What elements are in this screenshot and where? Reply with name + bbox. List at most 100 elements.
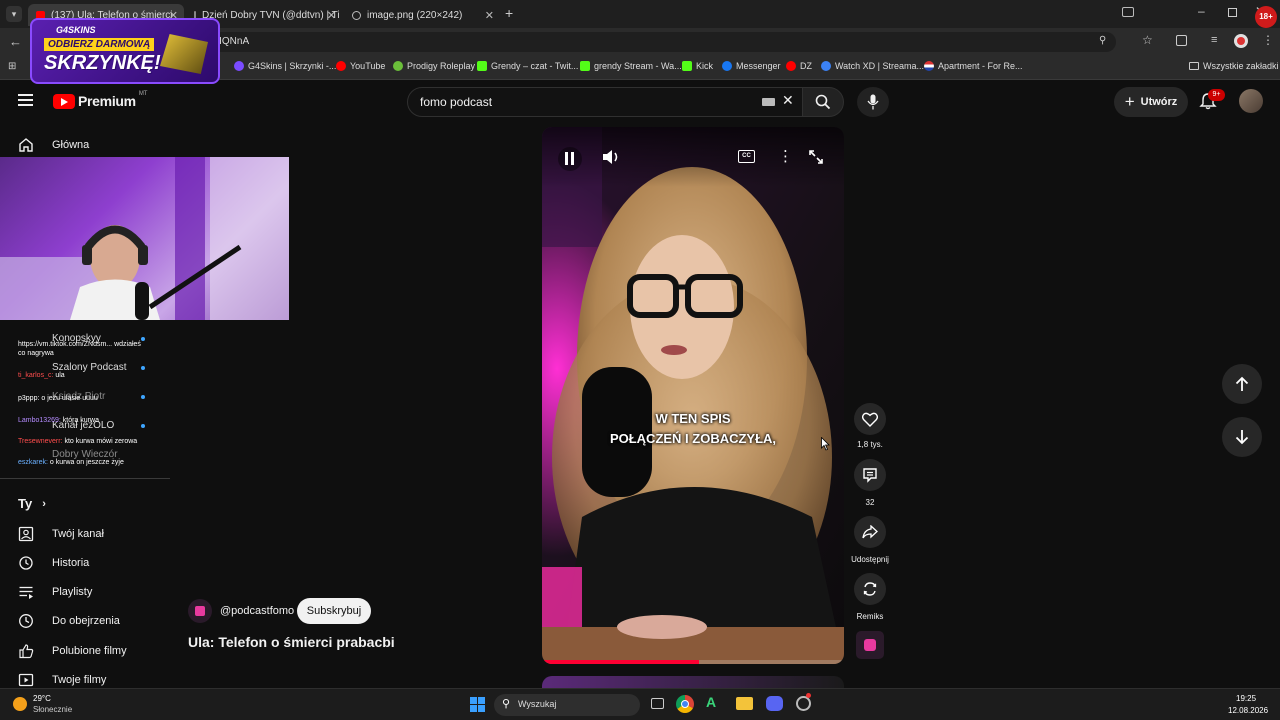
sidebar-item-label: Historia [52,557,90,569]
discord-icon[interactable] [766,696,783,711]
bookmark-prodigy[interactable]: Prodigy Roleplay [393,61,475,71]
clear-search-icon[interactable]: ✕ [782,92,794,109]
media-controls-icon[interactable]: ≡ [1211,34,1217,46]
clock-time[interactable]: 19:25 [1236,694,1256,703]
sidebar-item-watch-later[interactable]: Do obejrzenia [18,613,120,629]
subscribe-button[interactable]: Subskrybuj [297,598,371,624]
youtube-logo-icon [53,93,75,109]
sidebar-item-liked[interactable]: Polubione filmy [18,643,127,659]
bookmark-youtube[interactable]: YouTube [336,61,385,71]
all-bookmarks-folder[interactable]: Wszystkie zakładki [1189,61,1279,71]
video-caption-line1: W TEN SPIS [655,411,731,426]
cast-icon[interactable] [1122,7,1134,17]
steam-icon[interactable] [796,693,811,711]
comment-count: 32 [865,498,875,507]
bookmark-watchxd[interactable]: Watch XD | Streama... [821,61,924,71]
bookmark-grendy-czat[interactable]: Grendy – czat - Twit... [477,61,578,71]
more-options-icon[interactable]: ⋮ [778,147,793,165]
sidebar-item-playlists[interactable]: Playlisty [18,584,92,600]
chrome-icon[interactable] [676,695,694,713]
share-button[interactable] [854,516,886,548]
sidebar-item-channel[interactable]: Twój kanał [18,526,104,542]
search-button[interactable] [802,87,844,117]
plus-icon: + [1124,92,1135,111]
clock-date[interactable]: 12.08.2026 [1228,706,1268,715]
search-input[interactable]: fomo podcast ✕ [407,87,803,117]
sidebar-item-your-videos[interactable]: Twoje filmy [18,672,106,688]
new-tab-button[interactable]: + [505,5,513,21]
like-icon [19,644,34,659]
promo-line1: ODBIERZ DARMOWĄ [44,38,155,51]
bookmark-star-icon[interactable]: ☆ [1142,33,1153,47]
live-dot [141,366,145,370]
close-tab-icon[interactable]: ✕ [485,9,494,22]
fullscreen-icon [809,150,823,164]
captions-button[interactable]: CC [738,150,755,163]
app-a-icon[interactable]: A [706,694,716,710]
keyboard-icon[interactable] [762,98,775,106]
taskbar-search-placeholder: Wyszukaj [518,699,557,709]
taskbar-search[interactable]: ⚲ Wyszukaj [494,694,640,716]
close-tab-icon[interactable]: ✕ [327,9,336,22]
task-view-icon[interactable] [651,698,664,709]
previous-short-button[interactable] [1222,364,1262,404]
short-title[interactable]: Ula: Telefon o śmierci prabacbi [188,634,395,650]
bookmark-grendy-stream[interactable]: grendy Stream - Wa... [580,61,682,71]
bookmark-messenger[interactable]: Messenger [722,61,781,71]
bookmark-apartment[interactable]: Apartment - For Re... [924,61,1023,71]
tab-image[interactable]: image.png (220×242) ✕ [344,4,500,26]
pause-button[interactable] [558,147,582,171]
g4skins-promo-banner[interactable]: G4SKINS ODBIERZ DARMOWĄ SKRZYNKĘ! [30,18,220,84]
streamer-webcam-overlay [0,157,289,320]
audio-source-thumbnail[interactable] [856,631,884,659]
next-short-button[interactable] [1222,417,1262,457]
next-short-preview[interactable] [542,676,844,688]
sidebar-item-history[interactable]: Historia [18,555,89,571]
back-arrow-icon[interactable]: ← [9,34,22,49]
remix-button[interactable] [854,573,886,605]
youtube-icon [786,61,796,71]
comments-button[interactable] [854,459,886,491]
fullscreen-button[interactable] [809,150,823,169]
tab-title: image.png (220×242) [367,9,463,21]
short-video-player[interactable]: CC ⋮ W TEN SPIS POŁĄCZEŃ I ZOBACZYŁA, [542,127,844,664]
bookmark-dz[interactable]: DZ [786,61,812,71]
logo-text: Premium [78,93,136,109]
player-top-gradient [542,127,844,187]
chat-message: p3ppp: o jezu ulasie uuuu [18,395,98,402]
channel-avatar[interactable] [188,599,212,623]
chat-message: eszkarek: o kurwa on jeszcze żyje [18,459,124,466]
g4skins-icon [234,61,244,71]
progress-track[interactable] [542,660,844,664]
tab-search-button[interactable]: ▾ [6,6,22,22]
apps-grid-icon[interactable]: ⊞ [8,61,16,72]
minimize-button[interactable]: – [1198,4,1205,18]
account-avatar[interactable] [1239,89,1263,113]
notifications-button[interactable]: 9+ [1199,89,1225,115]
bookmark-g4skins[interactable]: G4Skins | Skrzynki -... [234,61,336,71]
channel-handle[interactable]: @podcastfomo [220,605,294,617]
extensions-icon[interactable] [1176,35,1187,46]
volume-icon [603,150,618,164]
maximize-button[interactable] [1228,8,1237,17]
youtube-premium-logo[interactable]: Premium MT [53,91,147,109]
zoom-icon[interactable]: ⚲ [1099,35,1106,46]
share-icon [862,525,878,539]
weather-temp[interactable]: 29°C [33,694,51,703]
hamburger-menu-icon[interactable] [18,94,33,106]
volume-button[interactable] [602,149,622,170]
like-button[interactable] [854,403,886,435]
sidebar-you-header[interactable]: Ty › [18,496,46,511]
sun-icon[interactable] [13,697,27,711]
voice-search-button[interactable] [857,87,889,117]
start-button[interactable] [470,697,485,712]
create-button[interactable]: + Utwórz [1114,87,1188,117]
profile-avatar[interactable] [1234,34,1248,48]
file-explorer-icon[interactable] [736,697,753,710]
sidebar-item-home[interactable]: Główna [18,137,89,153]
live-dot [141,395,145,399]
bookmark-kick[interactable]: Kick [682,61,713,71]
browser-menu-icon[interactable]: ⋮ [1262,33,1274,47]
chat-message: Lambo13269: która kurwa [18,417,99,424]
like-count: 1,8 tys. [857,440,883,449]
